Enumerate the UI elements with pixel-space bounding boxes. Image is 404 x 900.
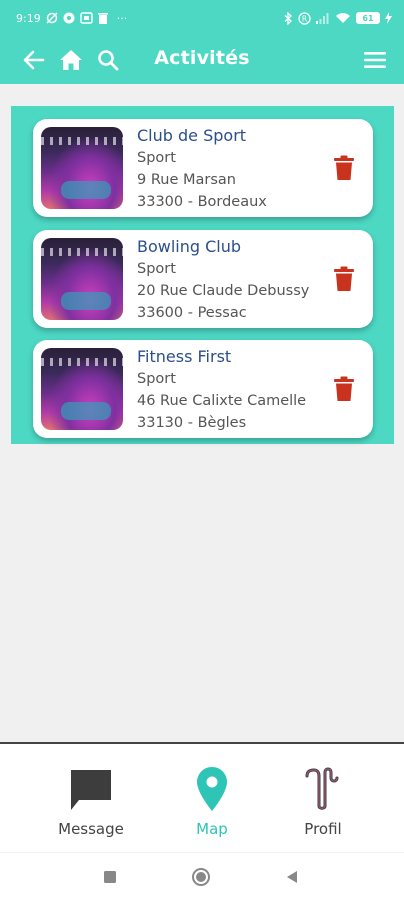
delete-trash-icon[interactable] xyxy=(333,376,355,402)
activity-name[interactable]: Club de Sport xyxy=(137,126,246,145)
message-bubble-icon xyxy=(71,770,111,810)
nav-item-profil[interactable]: Profil xyxy=(268,762,378,838)
screen-share-icon xyxy=(80,12,93,24)
bottom-navigation: Message Map Profil xyxy=(0,744,404,852)
sync-off-icon xyxy=(46,12,58,24)
activity-thumbnail xyxy=(41,127,123,209)
activity-thumbnail xyxy=(41,348,123,430)
square-icon xyxy=(104,871,116,883)
activity-street: 20 Rue Claude Debussy xyxy=(137,283,310,299)
nav-label-map: Map xyxy=(196,820,228,838)
status-time: 9:19 xyxy=(16,11,41,25)
triangle-back-icon xyxy=(287,871,297,883)
delete-trash-icon[interactable] xyxy=(333,155,355,181)
activity-card[interactable]: Bowling Club Sport 20 Rue Claude Debussy… xyxy=(33,230,373,328)
nav-label-profil: Profil xyxy=(304,820,342,838)
home-system-button[interactable] xyxy=(191,867,211,887)
nfc-icon: R xyxy=(298,11,311,25)
activity-name[interactable]: Fitness First xyxy=(137,347,231,366)
delete-trash-icon[interactable] xyxy=(333,266,355,292)
activity-category: Sport xyxy=(137,371,176,387)
activity-city: 33600 - Pessac xyxy=(137,305,247,321)
hamburger-menu-icon xyxy=(364,52,386,68)
charging-icon xyxy=(385,12,392,24)
status-bar: 9:19 ··· R 61 xyxy=(0,0,404,36)
trash-notification-icon xyxy=(97,13,108,24)
activity-name[interactable]: Bowling Club xyxy=(137,237,241,256)
signal-icon xyxy=(316,13,329,24)
activity-list: Club de Sport Sport 9 Rue Marsan 33300 -… xyxy=(11,106,394,444)
system-navigation-bar xyxy=(0,852,404,900)
activity-thumbnail xyxy=(41,238,123,320)
activity-street: 46 Rue Calixte Camelle xyxy=(137,393,307,409)
profile-glyph-icon xyxy=(305,767,339,810)
activity-category: Sport xyxy=(137,261,176,277)
menu-button[interactable] xyxy=(359,44,391,76)
activity-category: Sport xyxy=(137,150,176,166)
battery-indicator: 61 xyxy=(356,12,380,24)
circle-home-icon xyxy=(192,868,210,886)
activity-card[interactable]: Club de Sport Sport 9 Rue Marsan 33300 -… xyxy=(33,119,373,217)
activity-street: 9 Rue Marsan xyxy=(137,172,236,188)
nav-item-message[interactable]: Message xyxy=(36,762,146,838)
app-bar: Activités xyxy=(0,36,404,84)
svg-text:R: R xyxy=(302,14,307,23)
bluetooth-icon xyxy=(284,11,292,25)
nav-item-map[interactable]: Map xyxy=(157,762,267,838)
activity-card[interactable]: Fitness First Sport 46 Rue Calixte Camel… xyxy=(33,340,373,438)
activity-city: 33130 - Bègles xyxy=(137,415,247,431)
back-system-button[interactable] xyxy=(282,867,302,887)
wifi-icon xyxy=(336,13,350,23)
recent-apps-button[interactable] xyxy=(100,867,120,887)
map-pin-icon xyxy=(197,767,227,811)
page-title: Activités xyxy=(154,47,250,69)
app-notification-icon xyxy=(63,12,75,24)
more-notifications: ··· xyxy=(116,11,128,25)
nav-label-message: Message xyxy=(58,820,124,838)
activity-city: 33300 - Bordeaux xyxy=(137,194,267,210)
